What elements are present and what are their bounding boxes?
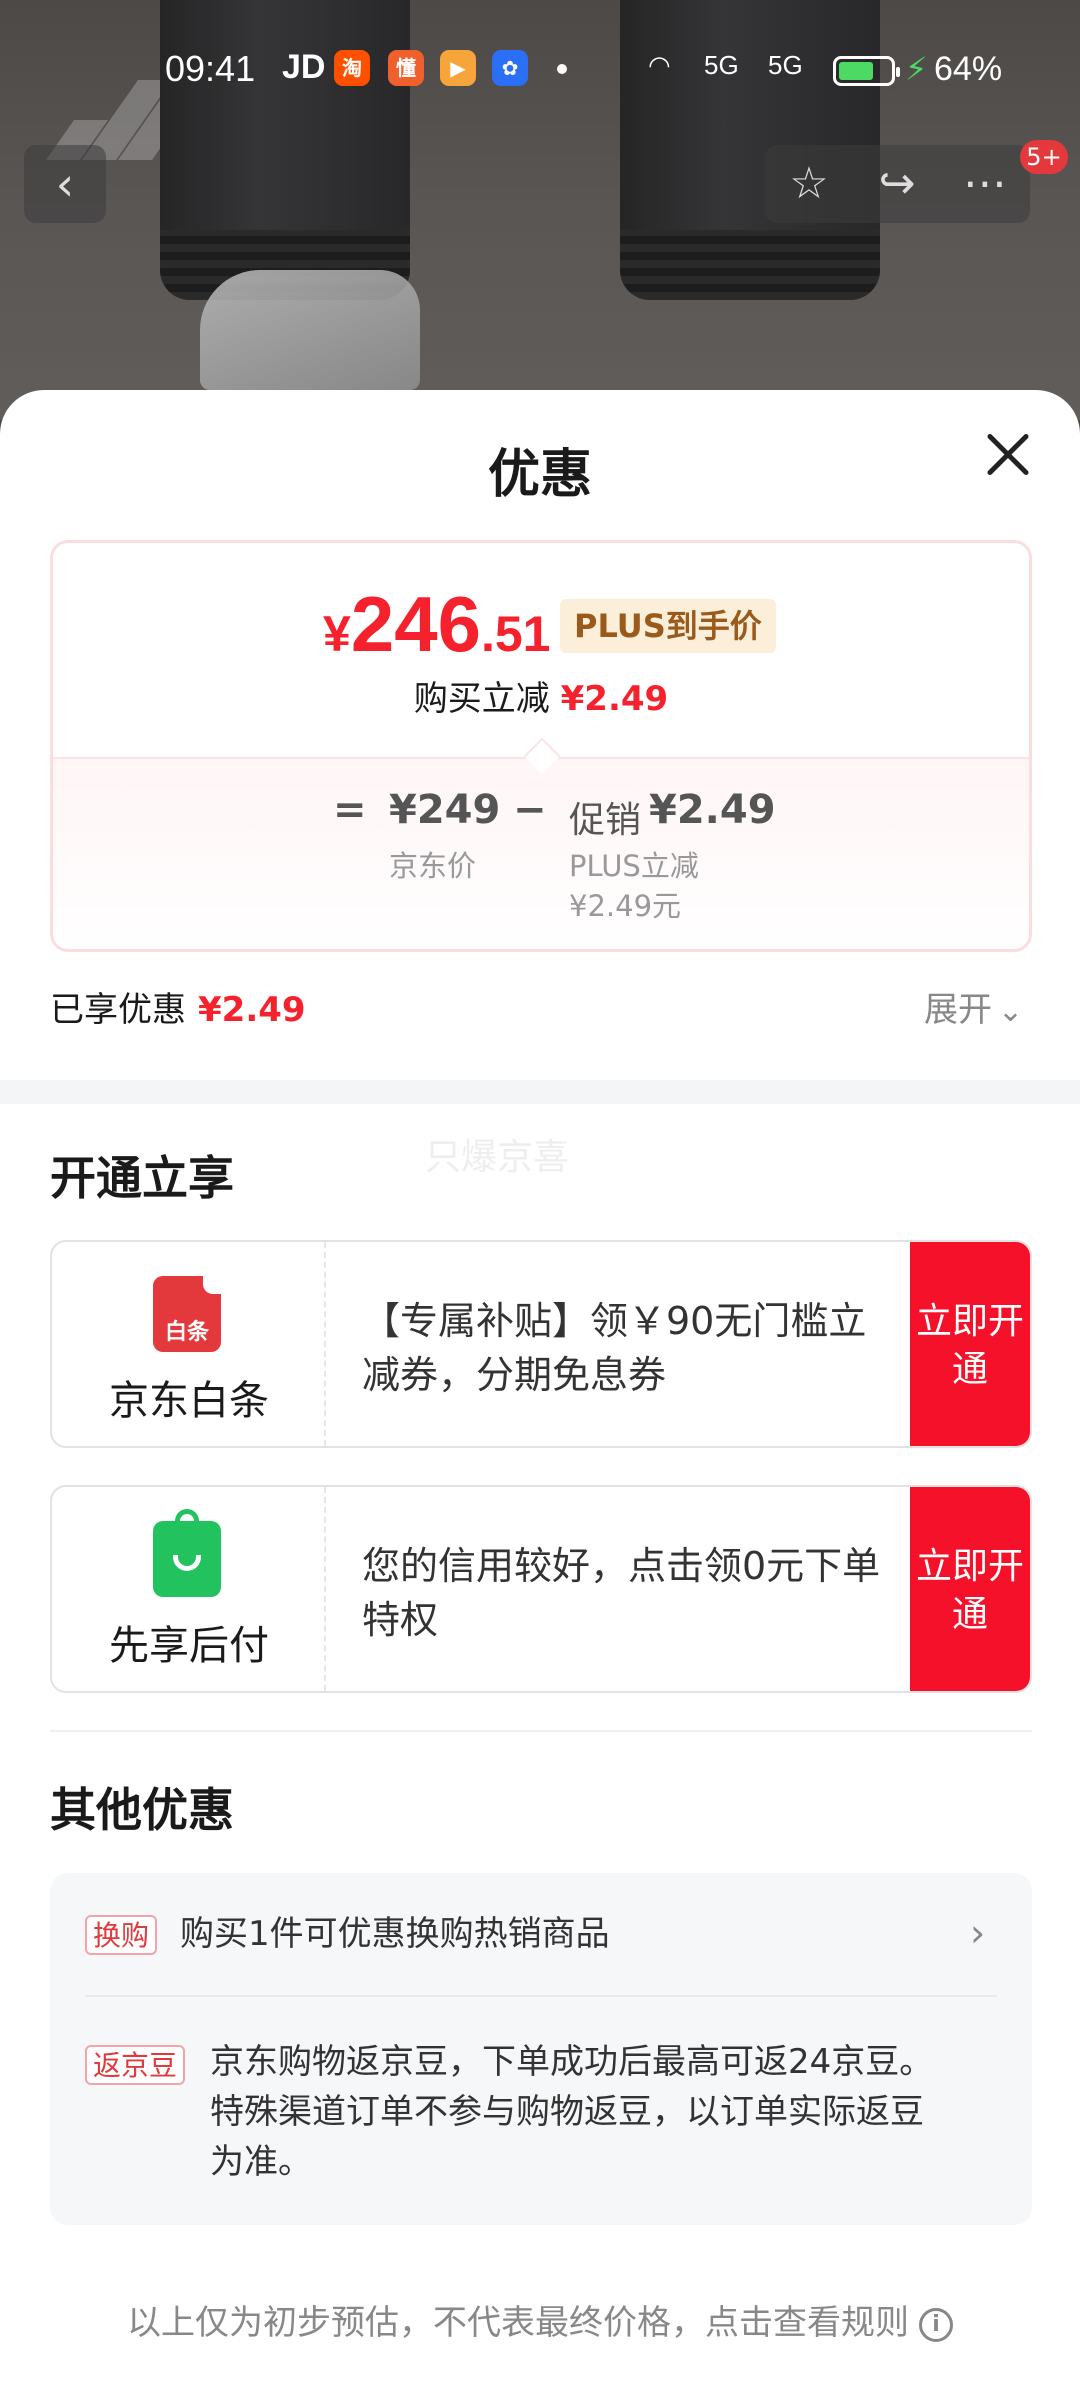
footer-text: 以上仅为初步预估，不代表最终价格，点击查看规则 <box>127 2303 909 2343</box>
charging-icon: ⚡ <box>905 50 928 88</box>
minus-sign: − <box>513 787 547 833</box>
offer-desc: 【专属补贴】领￥90无门槛立减券，分期免息券 <box>362 1299 867 1397</box>
shopping-bag-icon <box>153 1509 221 1597</box>
expand-button[interactable]: 展开 ⌄ <box>924 982 1023 1031</box>
product-image-shoe <box>200 270 420 390</box>
jingdou-text: 京东购物返京豆，下单成功后最高可返24京豆。特殊渠道订单不参与购物返豆，以订单实… <box>210 2042 934 2182</box>
offer-left: 先享后付 <box>52 1487 326 1691</box>
top-actions: ☆ ↪ ⋯ <box>765 145 1030 223</box>
plus-discount-label: PLUS立减 <box>569 849 699 883</box>
instant-value: ¥2.49 <box>560 679 669 719</box>
jd-price-label: 京东价 <box>389 849 477 883</box>
close-icon[interactable] <box>972 420 1042 490</box>
discount-sheet: 优惠 ¥246.51 PLUS到手价 购买立减 ¥2.49 = ¥249 京东价… <box>0 390 1080 2400</box>
price-card: ¥246.51 PLUS到手价 购买立减 ¥2.49 = ¥249 京东价 − … <box>50 540 1032 952</box>
offer-name: 京东白条 <box>109 1378 269 1424</box>
taobao-app-icon: 淘 <box>334 50 370 86</box>
promo-value: ¥2.49 <box>649 787 776 833</box>
baitiao-logo-text: 白条 <box>164 1320 209 1345</box>
plus-price-tag: PLUS到手价 <box>560 599 776 653</box>
plus-discount-value: ¥2.49元 <box>569 889 682 923</box>
rules-footer[interactable]: 以上仅为初步预估，不代表最终价格，点击查看规则 i <box>0 2295 1080 2344</box>
instant-label: 购买立减 <box>413 679 550 719</box>
signal-icon-2: 5G <box>768 50 803 80</box>
equals-sign: = <box>333 787 367 833</box>
chevron-left-icon: ‹ <box>55 157 75 211</box>
offer-name: 先享后付 <box>109 1623 269 1669</box>
instant-discount: 购买立减 ¥2.49 <box>53 671 1029 720</box>
trade-in-text: 购买1件可优惠换购热销商品 <box>180 1914 610 1954</box>
expand-label: 展开 <box>924 990 992 1030</box>
open-section-title: 开通立享 <box>50 1151 234 1205</box>
favorite-button[interactable]: ☆ <box>765 145 853 223</box>
offer-left: 白条 京东白条 <box>52 1242 326 1446</box>
status-time: 09:41 <box>165 48 256 89</box>
open-baitiao-button[interactable]: 立即开通 <box>910 1242 1030 1446</box>
more-button[interactable]: ⋯ <box>941 145 1029 223</box>
jingdou-tag: 返京豆 <box>85 2045 186 2085</box>
offer-pay-later[interactable]: 先享后付 您的信用较好，点击领0元下单特权 立即开通 <box>50 1485 1032 1693</box>
other-section-title: 其他优惠 <box>50 1783 234 1837</box>
status-carrier: JD <box>282 48 326 86</box>
offer-desc: 您的信用较好，点击领0元下单特权 <box>362 1544 881 1642</box>
chevron-down-icon: ⌄ <box>998 994 1024 1029</box>
message-badge: 5+ <box>1020 140 1068 174</box>
watermark: 只爆京喜 <box>425 1137 570 1178</box>
section-divider <box>50 1730 1032 1732</box>
battery-icon <box>833 56 900 86</box>
baidu-app-icon: ✿ <box>492 50 528 86</box>
chevron-right-icon: › <box>970 1911 986 1955</box>
enjoyed-value: ¥2.49 <box>198 990 306 1030</box>
other-offers-box: 换购 购买1件可优惠换购热销商品 › 返京豆 京东购物返京豆，下单成功后最高可返… <box>50 1873 1032 2225</box>
card-notch <box>523 737 561 775</box>
back-button[interactable]: ‹ <box>24 145 106 223</box>
signal-icon: 5G <box>704 50 739 80</box>
row-divider <box>85 1995 997 1997</box>
trade-in-row[interactable]: 换购 购买1件可优惠换购热销商品 › <box>50 1873 1032 1995</box>
offer-baitiao[interactable]: 白条 京东白条 【专属补贴】领￥90无门槛立减券，分期免息券 立即开通 <box>50 1240 1032 1448</box>
price-decimal: .51 <box>480 606 551 662</box>
wifi-icon: ◠ <box>648 50 671 80</box>
price-currency: ¥ <box>323 606 351 662</box>
final-price: ¥246.51 <box>323 579 550 670</box>
battery-percent: 64% <box>934 50 1003 88</box>
baitiao-logo-icon: 白条 <box>153 1276 221 1352</box>
info-icon: i <box>919 2307 953 2342</box>
promo-label: 促销 <box>569 800 642 841</box>
enjoyed-discount: 已享优惠 ¥2.49 <box>50 982 306 1031</box>
video-app-icon: ▶ <box>440 50 476 86</box>
share-button[interactable]: ↪ <box>853 145 941 223</box>
price-integer: 246 <box>350 580 481 668</box>
enjoyed-label: 已享优惠 <box>50 990 186 1030</box>
open-pay-later-button[interactable]: 立即开通 <box>910 1487 1030 1691</box>
section-gap <box>0 1080 1080 1104</box>
jd-price: ¥249 <box>389 787 501 833</box>
status-bar: 09:41 JD 淘 懂 ▶ ✿ ◠ 5G 5G ⚡ 64% <box>0 0 1080 140</box>
app-notification-icon: 懂 <box>388 50 424 86</box>
notification-dot-icon <box>557 64 567 74</box>
trade-in-tag: 换购 <box>85 1915 158 1955</box>
sheet-title: 优惠 <box>487 445 592 505</box>
